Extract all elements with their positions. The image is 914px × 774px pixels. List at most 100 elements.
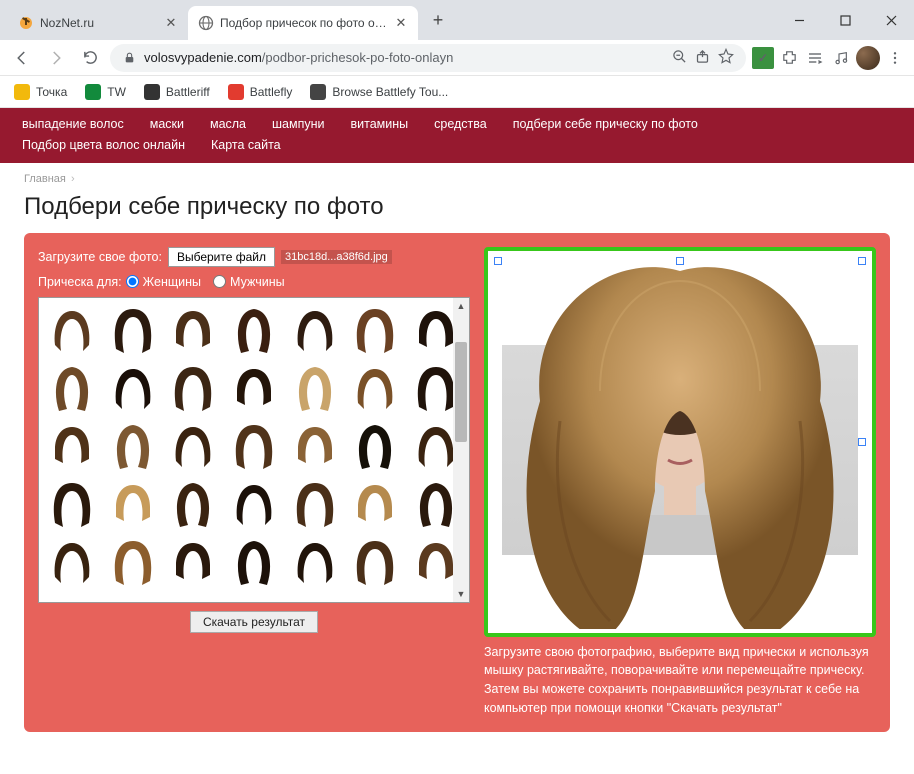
bookmark-label: Browse Battlefy Tou... [332,85,448,99]
hair-option[interactable] [43,418,102,474]
hair-option[interactable] [225,302,284,358]
selection-handles[interactable] [498,261,862,623]
profile-avatar[interactable] [856,46,880,70]
breadcrumb: Главная › [0,163,914,189]
nav-link[interactable]: подбери себе прическу по фото [513,114,698,135]
lock-icon [122,51,136,65]
music-extension-icon[interactable] [830,47,852,69]
close-window-button[interactable] [868,0,914,40]
hair-option[interactable] [43,476,102,532]
hair-option[interactable] [285,534,344,590]
hair-option[interactable] [43,302,102,358]
address-bar: volosvypadenie.com/podbor-prichesok-po-f… [0,40,914,76]
hair-grid [39,298,469,594]
hair-option[interactable] [43,534,102,590]
hair-option[interactable] [285,476,344,532]
resize-handle[interactable] [858,438,866,446]
reading-list-icon[interactable] [804,47,826,69]
extension-puzzle-icon[interactable] [778,47,800,69]
hair-option[interactable] [346,476,405,532]
star-icon[interactable] [718,48,734,67]
minimize-button[interactable] [776,0,822,40]
hair-grid-container: ▲ ▼ [38,297,470,603]
bookmark-item[interactable]: Battlefly [222,80,299,104]
tab-close-icon[interactable]: ✕ [164,16,178,30]
bookmark-label: Battleriff [166,85,210,99]
url-field[interactable]: volosvypadenie.com/podbor-prichesok-po-f… [110,44,746,72]
nav-link[interactable]: маски [150,114,184,135]
gender-male-radio[interactable] [213,275,226,288]
bookmark-item[interactable]: Battleriff [138,80,216,104]
hair-option[interactable] [225,476,284,532]
hair-option[interactable] [225,360,284,416]
gender-female-label[interactable]: Женщины [143,275,201,289]
tab-title: NozNet.ru [40,16,158,30]
hair-option[interactable] [225,418,284,474]
nav-link[interactable]: Подбор цвета волос онлайн [22,135,185,156]
download-button[interactable]: Скачать результат [190,611,318,633]
tab-favicon-icon [18,15,34,31]
gender-male-label[interactable]: Мужчины [230,275,285,289]
scroll-down-icon[interactable]: ▼ [453,586,469,602]
nav-link[interactable]: средства [434,114,487,135]
scrollbar[interactable]: ▲ ▼ [453,298,469,602]
new-tab-button[interactable]: + [424,6,452,34]
nav-link[interactable]: шампуни [272,114,324,135]
hair-option[interactable] [104,476,163,532]
hair-option[interactable] [346,418,405,474]
extension-check-icon[interactable]: ✓ [752,47,774,69]
scrollbar-thumb[interactable] [455,342,467,442]
preview-box[interactable] [484,247,876,637]
hair-option[interactable] [346,360,405,416]
scroll-up-icon[interactable]: ▲ [453,298,469,314]
bookmark-label: Battlefly [250,85,293,99]
nav-link[interactable]: масла [210,114,246,135]
back-button[interactable] [8,44,36,72]
forward-button[interactable] [42,44,70,72]
hair-option[interactable] [346,534,405,590]
hair-option[interactable] [225,534,284,590]
bookmark-item[interactable]: Точка [8,80,73,104]
hair-option[interactable] [164,360,223,416]
hair-option[interactable] [104,360,163,416]
bookmark-item[interactable]: Browse Battlefy Tou... [304,80,454,104]
tab-active[interactable]: Подбор причесок по фото онла ✕ [188,6,418,40]
hair-option[interactable] [164,476,223,532]
resize-handle[interactable] [676,257,684,265]
bookmark-item[interactable]: TW [79,80,132,104]
share-icon[interactable] [695,49,710,67]
resize-handle[interactable] [494,257,502,265]
url-text: volosvypadenie.com/podbor-prichesok-po-f… [144,50,664,65]
tab-strip: NozNet.ru ✕ Подбор причесок по фото онла… [0,6,452,40]
nav-link[interactable]: витамины [351,114,409,135]
hair-option[interactable] [164,534,223,590]
hair-option[interactable] [164,418,223,474]
browser-titlebar: NozNet.ru ✕ Подбор причесок по фото онла… [0,0,914,40]
bookmark-label: TW [107,85,126,99]
breadcrumb-home[interactable]: Главная [24,173,66,185]
globe-icon [198,15,214,31]
file-select-button[interactable]: Выберите файл [168,247,275,267]
nav-link[interactable]: выпадение волос [22,114,124,135]
hair-option[interactable] [104,534,163,590]
hair-option[interactable] [285,360,344,416]
maximize-button[interactable] [822,0,868,40]
window-controls [776,0,914,40]
tab-inactive[interactable]: NozNet.ru ✕ [8,6,188,40]
hair-option[interactable] [346,302,405,358]
hair-option[interactable] [285,418,344,474]
resize-handle[interactable] [858,257,866,265]
hair-option[interactable] [285,302,344,358]
hair-option[interactable] [104,302,163,358]
site-nav: выпадение волос маски масла шампуни витамины… [0,108,914,163]
tab-close-icon[interactable]: ✕ [394,16,408,30]
menu-button[interactable] [884,47,906,69]
zoom-icon[interactable] [672,49,687,67]
main-panel: Загрузите свое фото: Выберите файл 31bc1… [24,233,890,732]
hair-option[interactable] [43,360,102,416]
nav-link[interactable]: Карта сайта [211,135,281,156]
reload-button[interactable] [76,44,104,72]
hair-option[interactable] [104,418,163,474]
hair-option[interactable] [164,302,223,358]
gender-female-radio[interactable] [126,275,139,288]
